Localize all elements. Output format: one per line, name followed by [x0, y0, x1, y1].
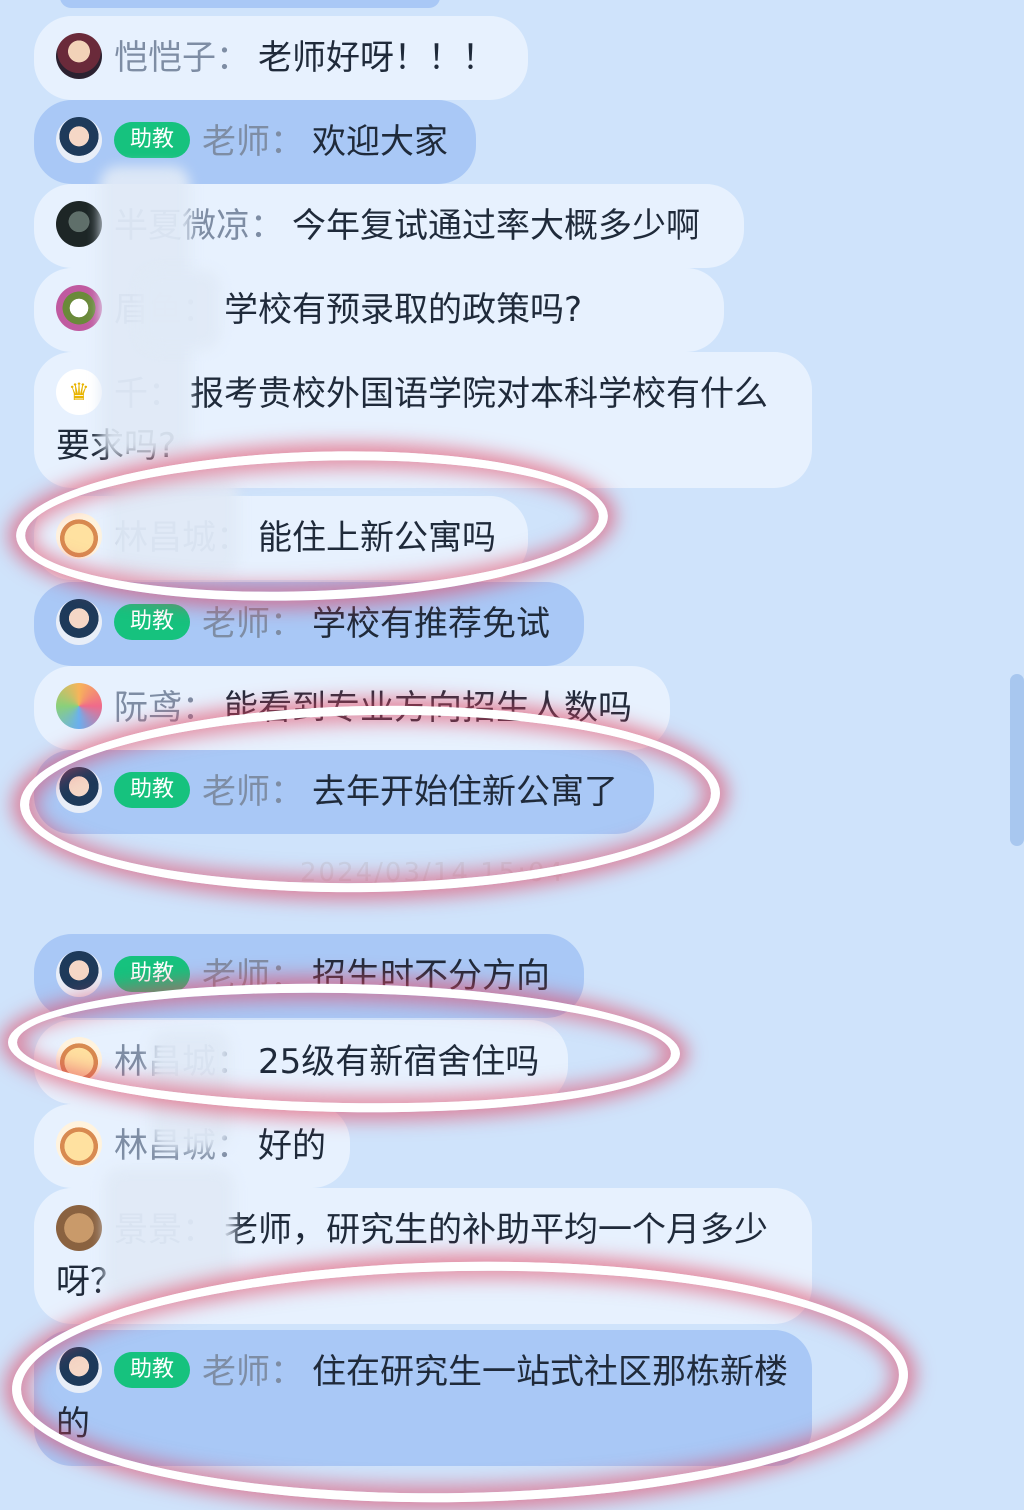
message-text: 25级有新宿舍住吗 — [258, 1042, 540, 1082]
scrollbar[interactable] — [1010, 674, 1024, 846]
name-separator: ： — [182, 688, 216, 728]
sender-name: 老师 — [202, 956, 271, 996]
chat-message[interactable]: 助教 老师： 去年开始住新公寓了 — [34, 750, 654, 834]
message-text: 学校有预录取的政策吗? — [224, 290, 583, 330]
sender-name: 眉鱼 — [114, 290, 182, 330]
sender-name: 景景 — [114, 1210, 182, 1250]
name-separator: ： — [182, 1210, 216, 1250]
name-separator: ： — [250, 206, 284, 246]
sender-name: 千 — [114, 374, 148, 414]
user-avatar[interactable] — [56, 32, 102, 79]
name-separator: ： — [270, 122, 305, 162]
name-separator: ： — [270, 956, 305, 996]
chat-message[interactable]: 助教 老师： 招生时不分方向 — [34, 934, 584, 1018]
sender-name: 恺恺子 — [114, 38, 216, 78]
name-separator: ： — [148, 374, 182, 414]
teacher-avatar[interactable] — [56, 1346, 102, 1393]
sender-name: 老师 — [202, 122, 271, 162]
chat-message[interactable]: 助教 老师： 欢迎大家 — [34, 100, 476, 184]
name-separator: ： — [182, 290, 216, 330]
assistant-badge: 助教 — [114, 603, 191, 640]
name-separator: ： — [216, 1042, 250, 1082]
name-separator: ： — [270, 604, 305, 644]
name-separator: ： — [270, 1352, 305, 1392]
chat-message[interactable]: 眉鱼： 学校有预录取的政策吗? — [34, 268, 724, 352]
assistant-badge: 助教 — [114, 771, 191, 808]
assistant-badge: 助教 — [114, 1351, 191, 1388]
chat-message[interactable]: 恺恺子： 老师好呀！！！ — [34, 16, 528, 100]
user-avatar[interactable] — [56, 1204, 102, 1251]
chat-message[interactable]: 林昌城： 能住上新公寓吗 — [34, 496, 528, 580]
teacher-avatar[interactable] — [56, 950, 102, 997]
chat-message[interactable]: 助教 老师： 学校有推荐免试 — [34, 582, 584, 666]
user-avatar[interactable] — [56, 200, 102, 247]
message-text: 能看到专业方向招生人数吗 — [224, 688, 632, 728]
teacher-avatar[interactable] — [56, 598, 102, 645]
message-text: 好的 — [258, 1126, 326, 1166]
sender-name: 老师 — [202, 772, 271, 812]
timestamp: 2024/03/14 15:04 — [300, 858, 566, 888]
assistant-badge: 助教 — [114, 121, 191, 158]
message-text: 今年复试通过率大概多少啊 — [292, 206, 700, 246]
assistant-badge: 助教 — [114, 955, 191, 992]
message-text: 能住上新公寓吗 — [258, 518, 496, 558]
sender-name: 老师 — [202, 604, 271, 644]
user-avatar[interactable] — [56, 682, 102, 729]
sender-name: 林昌城 — [114, 518, 216, 558]
message-text: 欢迎大家 — [312, 122, 449, 162]
user-avatar[interactable] — [56, 1036, 102, 1083]
user-avatar[interactable] — [56, 284, 102, 331]
sender-name: 半夏微凉 — [114, 206, 250, 246]
user-avatar[interactable] — [56, 512, 102, 559]
message-text: 招生时不分方向 — [312, 956, 551, 996]
name-separator: ： — [216, 1126, 250, 1166]
name-separator: ： — [270, 772, 305, 812]
message-bubble-partial — [60, 0, 440, 8]
chat-message[interactable]: 助教 老师： 住在研究生一站式社区那栋新楼的 — [34, 1330, 812, 1466]
sender-name: 阮鸢 — [114, 688, 182, 728]
chat-message[interactable]: ♛ 千： 报考贵校外国语学院对本科学校有什么要求吗? — [34, 352, 812, 488]
name-separator: ： — [216, 38, 250, 78]
chat-message[interactable]: 林昌城： 好的 — [34, 1104, 350, 1188]
sender-name: 林昌城 — [114, 1126, 216, 1166]
sender-name: 老师 — [202, 1352, 271, 1392]
teacher-avatar[interactable] — [56, 116, 102, 163]
message-text: 老师好呀！！！ — [258, 38, 496, 78]
chat-message[interactable]: 景景： 老师，研究生的补助平均一个月多少呀？ — [34, 1188, 812, 1324]
sender-name: 林昌城 — [114, 1042, 216, 1082]
name-separator: ： — [216, 518, 250, 558]
chat-message[interactable]: 半夏微凉： 今年复试通过率大概多少啊 — [34, 184, 744, 268]
user-avatar[interactable] — [56, 1120, 102, 1167]
chat-message[interactable]: 阮鸢： 能看到专业方向招生人数吗 — [34, 666, 670, 750]
chat-feed: 恺恺子： 老师好呀！！！ 助教 老师： 欢迎大家 半夏微凉： 今年复试通过率大概多少啊 … — [0, 0, 1024, 1494]
message-text: 去年开始住新公寓了 — [312, 772, 619, 812]
message-text: 学校有推荐免试 — [312, 604, 551, 644]
crown-icon[interactable]: ♛ — [56, 368, 102, 415]
teacher-avatar[interactable] — [56, 766, 102, 813]
chat-message[interactable]: 林昌城： 25级有新宿舍住吗 — [34, 1020, 568, 1104]
